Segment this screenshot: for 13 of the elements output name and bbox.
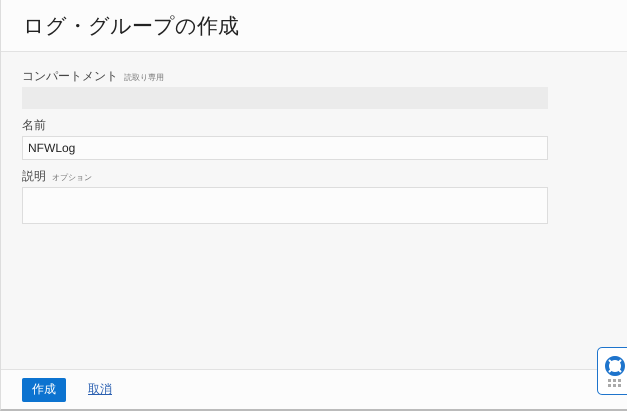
cancel-link[interactable]: 取消	[88, 381, 112, 398]
page-title: ログ・グループの作成	[23, 12, 239, 40]
name-field[interactable]: NFWLog	[22, 136, 548, 160]
grip-icon	[608, 379, 622, 387]
create-button[interactable]: 作成	[22, 378, 66, 402]
lifebuoy-icon	[604, 355, 626, 377]
description-field[interactable]	[22, 187, 548, 224]
field-label: 名前	[22, 117, 46, 134]
field-label: 説明	[22, 168, 46, 185]
help-widget[interactable]	[597, 347, 627, 395]
field-hint: オプション	[52, 172, 92, 183]
field-label: コンパートメント	[22, 68, 118, 85]
field-hint: 読取り専用	[124, 72, 164, 83]
